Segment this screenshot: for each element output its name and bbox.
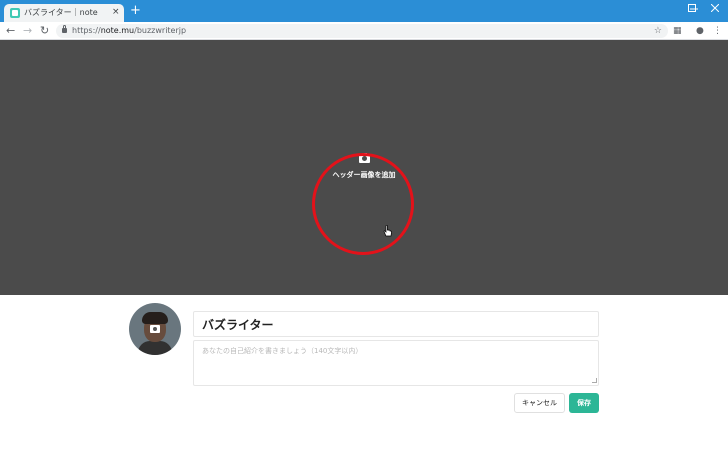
camera-icon (359, 153, 370, 163)
maximize-window-icon[interactable] (682, 2, 702, 12)
bio-textarea[interactable] (193, 340, 599, 386)
new-tab-button[interactable]: + (130, 3, 141, 19)
camera-icon (150, 325, 160, 333)
save-button[interactable]: 保存 (569, 393, 599, 413)
arrow-right-icon[interactable]: → (23, 24, 32, 38)
add-header-image-label: ヘッダー画像を追加 (332, 171, 396, 179)
extension-icon[interactable]: ▦ (673, 25, 682, 37)
reload-icon[interactable]: ↻ (40, 24, 49, 38)
add-header-image-button[interactable]: ヘッダー画像を追加 (324, 151, 404, 187)
hand-cursor-icon (383, 225, 392, 237)
avatar[interactable] (129, 303, 181, 355)
note-favicon-icon (10, 8, 20, 18)
url-text: https://note.mu/buzzwriterjp (72, 26, 187, 35)
header-image-area[interactable]: ヘッダー画像を追加 (0, 40, 728, 295)
browser-toolbar: ← → ↻ https://note.mu/buzzwriterjp ☆ ▦ ●… (0, 22, 728, 40)
close-tab-icon[interactable]: × (112, 6, 120, 18)
name-input[interactable] (193, 311, 599, 337)
browser-tab[interactable]: バズライター｜note × (4, 4, 124, 22)
resize-handle-icon[interactable] (592, 378, 597, 383)
star-icon[interactable]: ☆ (654, 24, 662, 38)
tab-title: バズライター｜note (24, 8, 98, 17)
cancel-button[interactable]: キャンセル (514, 393, 565, 413)
address-bar[interactable]: https://note.mu/buzzwriterjp ☆ (56, 24, 668, 38)
browser-titlebar: バズライター｜note × + (0, 0, 728, 22)
lock-icon (62, 25, 67, 33)
arrow-left-icon[interactable]: ← (6, 24, 15, 38)
kebab-menu-icon[interactable]: ⋮ (713, 25, 722, 37)
account-icon[interactable]: ● (696, 25, 704, 37)
close-window-icon[interactable] (705, 2, 725, 12)
